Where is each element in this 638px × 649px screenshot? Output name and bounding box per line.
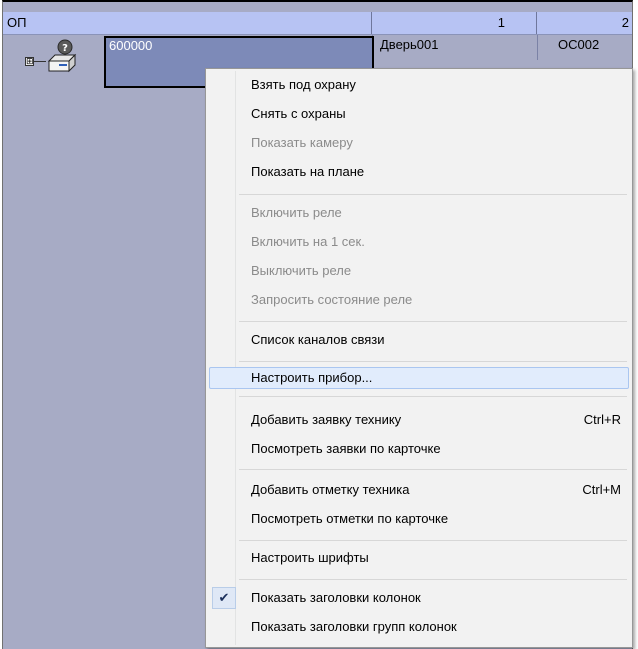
menu-item-add-request[interactable]: Добавить заявку технику Ctrl+R [209, 409, 629, 431]
menu-item-relay-on[interactable]: Включить реле [209, 202, 629, 224]
menu-item-label: Включить реле [251, 205, 342, 220]
menu-item-label: Показать заголовки колонок [251, 590, 421, 605]
menu-item-show-column-headers[interactable]: ✔ Показать заголовки колонок [209, 587, 629, 609]
column-header-row: ОП 1 2 [3, 12, 632, 35]
menu-separator [239, 321, 627, 322]
menu-separator [239, 361, 627, 362]
menu-separator [239, 194, 627, 195]
menu-item-shortcut: Ctrl+R [583, 412, 621, 427]
menu-separator [239, 540, 627, 541]
menu-separator [239, 579, 627, 580]
menu-item-label: Настроить прибор... [251, 370, 373, 385]
menu-item-relay-on-1s[interactable]: Включить на 1 сек. [209, 231, 629, 253]
menu-item-show-on-plan[interactable]: Показать на плане [209, 161, 629, 183]
column-header-2[interactable]: 2 [537, 12, 632, 34]
menu-item-shortcut: Ctrl+M [582, 482, 621, 497]
menu-item-label: Добавить заявку технику [251, 412, 402, 427]
context-menu: Взять под охрану Снять с охраны Показать… [205, 68, 633, 648]
menu-separator [239, 396, 627, 397]
device-question-icon: ? [47, 39, 77, 73]
menu-item-relay-status[interactable]: Запросить состояние реле [209, 289, 629, 311]
menu-item-label: Взять под охрану [251, 77, 356, 92]
check-icon: ✔ [212, 587, 236, 609]
menu-item-label: Настроить шрифты [251, 550, 369, 565]
menu-item-configure-fonts[interactable]: Настроить шрифты [209, 547, 629, 569]
menu-item-configure-device[interactable]: Настроить прибор... [209, 367, 629, 389]
menu-item-relay-off[interactable]: Выключить реле [209, 260, 629, 282]
menu-item-show-group-headers[interactable]: Показать заголовки групп колонок [209, 616, 629, 638]
expand-icon[interactable]: ⊞ [25, 57, 34, 66]
menu-item-label: Включить на 1 сек. [251, 234, 365, 249]
menu-item-label: Показать заголовки групп колонок [251, 619, 457, 634]
node-label: 600000 [109, 38, 153, 53]
column-header-op[interactable]: ОП [3, 12, 372, 34]
menu-item-arm[interactable]: Взять под охрану [209, 74, 629, 96]
menu-item-label: Посмотреть заявки по карточке [251, 441, 441, 456]
menu-item-disarm[interactable]: Снять с охраны [209, 103, 629, 125]
menu-item-channel-list[interactable]: Список каналов связи [209, 329, 629, 351]
column-header-1[interactable]: 1 [372, 12, 537, 34]
menu-item-view-requests[interactable]: Посмотреть заявки по карточке [209, 438, 629, 460]
menu-item-label: Выключить реле [251, 263, 352, 278]
menu-separator [239, 469, 627, 470]
menu-item-label: Добавить отметку техника [251, 482, 410, 497]
menu-item-label: Запросить состояние реле [251, 292, 413, 307]
svg-text:?: ? [62, 43, 68, 54]
menu-item-label: Посмотреть отметки по карточке [251, 511, 449, 526]
row-cell-col1: Дверь001 [372, 35, 537, 60]
menu-item-view-marks[interactable]: Посмотреть отметки по карточке [209, 508, 629, 530]
menu-item-label: Показать камеру [251, 135, 353, 150]
menu-item-label: Показать на плане [251, 164, 365, 179]
menu-item-add-mark[interactable]: Добавить отметку техника Ctrl+M [209, 479, 629, 501]
menu-item-label: Снять с охраны [251, 106, 346, 121]
menu-item-show-camera[interactable]: Показать камеру [209, 132, 629, 154]
menu-item-label: Список каналов связи [251, 332, 385, 347]
row-cell-col2: ОС002 [537, 35, 632, 60]
